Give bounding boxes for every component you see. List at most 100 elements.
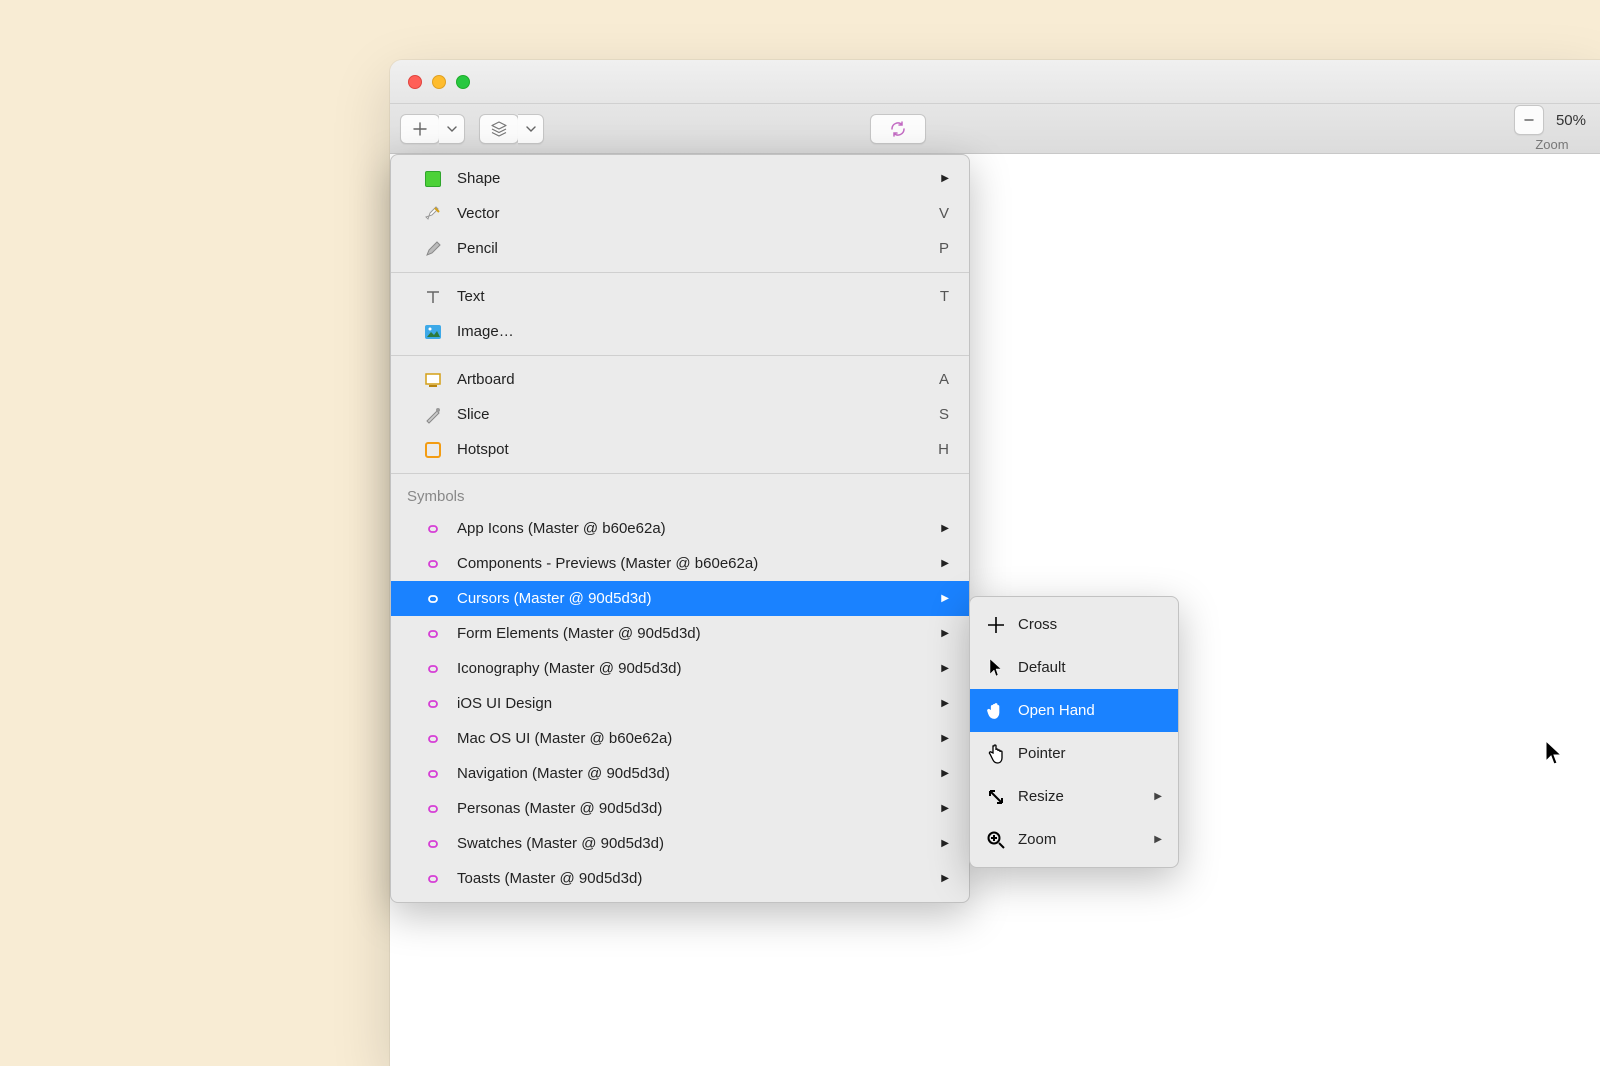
symbol-link-icon bbox=[423, 694, 443, 714]
menu-item-hotspot[interactable]: Hotspot H bbox=[391, 432, 969, 467]
pencil-icon bbox=[423, 239, 443, 259]
submenu-arrow-icon: ▶ bbox=[1154, 834, 1162, 845]
menu-item-text[interactable]: Text T bbox=[391, 279, 969, 314]
insert-button[interactable] bbox=[400, 114, 440, 144]
symbol-item-label: App Icons (Master @ b60e62a) bbox=[457, 520, 666, 537]
symbol-item-label: Form Elements (Master @ 90d5d3d) bbox=[457, 625, 701, 642]
submenu-arrow-icon: ▶ bbox=[941, 768, 949, 779]
zoom-out-button[interactable] bbox=[1514, 105, 1544, 135]
shape-icon bbox=[423, 169, 443, 189]
symbol-item[interactable]: Cursors (Master @ 90d5d3d) ▶ bbox=[391, 581, 969, 616]
submenu-arrow-icon: ▶ bbox=[941, 838, 949, 849]
menu-separator bbox=[391, 355, 969, 356]
submenu-item-resize[interactable]: Resize ▶ bbox=[970, 775, 1178, 818]
menu-item-pencil[interactable]: Pencil P bbox=[391, 231, 969, 266]
menu-separator bbox=[391, 272, 969, 273]
layers-dropdown-button[interactable] bbox=[518, 114, 544, 144]
symbol-item-label: Navigation (Master @ 90d5d3d) bbox=[457, 765, 670, 782]
submenu-arrow-icon: ▶ bbox=[941, 523, 949, 534]
cursors-submenu: Cross Default Open Hand Pointer Resize ▶ Zoom ▶ bbox=[969, 596, 1179, 868]
chevron-down-icon bbox=[526, 124, 536, 134]
submenu-item-pointer[interactable]: Pointer bbox=[970, 732, 1178, 775]
symbol-item[interactable]: Components - Previews (Master @ b60e62a)… bbox=[391, 546, 969, 581]
menu-shortcut: H bbox=[938, 441, 949, 458]
symbol-link-icon bbox=[423, 799, 443, 819]
text-icon bbox=[423, 287, 443, 307]
layers-icon bbox=[491, 121, 507, 137]
maximize-window-button[interactable] bbox=[456, 75, 470, 89]
menu-item-shape[interactable]: Shape ▶ bbox=[391, 161, 969, 196]
symbol-item[interactable]: iOS UI Design ▶ bbox=[391, 686, 969, 721]
menu-item-slice[interactable]: Slice S bbox=[391, 397, 969, 432]
titlebar bbox=[390, 60, 1600, 104]
submenu-item-label: Open Hand bbox=[1018, 702, 1095, 719]
cross-cursor-icon bbox=[986, 615, 1006, 635]
layers-button[interactable] bbox=[479, 114, 519, 144]
symbol-item[interactable]: Personas (Master @ 90d5d3d) ▶ bbox=[391, 791, 969, 826]
symbol-item[interactable]: Toasts (Master @ 90d5d3d) ▶ bbox=[391, 861, 969, 896]
symbol-item-label: Personas (Master @ 90d5d3d) bbox=[457, 800, 662, 817]
submenu-arrow-icon: ▶ bbox=[941, 803, 949, 814]
pen-icon bbox=[423, 204, 443, 224]
symbol-item-label: Toasts (Master @ 90d5d3d) bbox=[457, 870, 642, 887]
symbol-item-label: iOS UI Design bbox=[457, 695, 552, 712]
menu-shortcut: S bbox=[939, 406, 949, 423]
menu-item-artboard[interactable]: Artboard A bbox=[391, 362, 969, 397]
symbol-link-icon bbox=[423, 764, 443, 784]
image-icon bbox=[423, 322, 443, 342]
symbol-item-label: Components - Previews (Master @ b60e62a) bbox=[457, 555, 758, 572]
symbol-link-icon bbox=[423, 624, 443, 644]
menu-item-image[interactable]: Image… bbox=[391, 314, 969, 349]
toolbar: 50% Zoom bbox=[390, 104, 1600, 154]
hotspot-icon bbox=[423, 440, 443, 460]
submenu-item-open-hand[interactable]: Open Hand bbox=[970, 689, 1178, 732]
symbol-item[interactable]: Form Elements (Master @ 90d5d3d) ▶ bbox=[391, 616, 969, 651]
symbol-item[interactable]: Iconography (Master @ 90d5d3d) ▶ bbox=[391, 651, 969, 686]
insert-dropdown-button[interactable] bbox=[439, 114, 465, 144]
open-hand-cursor-icon bbox=[986, 701, 1006, 721]
close-window-button[interactable] bbox=[408, 75, 422, 89]
symbol-item[interactable]: Navigation (Master @ 90d5d3d) ▶ bbox=[391, 756, 969, 791]
symbol-link-icon bbox=[423, 589, 443, 609]
submenu-arrow-icon: ▶ bbox=[941, 873, 949, 884]
symbol-link-icon bbox=[423, 729, 443, 749]
menu-item-label: Shape bbox=[457, 170, 500, 187]
menu-item-vector[interactable]: Vector V bbox=[391, 196, 969, 231]
symbol-link-icon bbox=[423, 834, 443, 854]
submenu-item-label: Pointer bbox=[1018, 745, 1066, 762]
submenu-arrow-icon: ▶ bbox=[941, 173, 949, 184]
menu-item-label: Image… bbox=[457, 323, 514, 340]
window-controls bbox=[408, 75, 470, 89]
zoom-label: Zoom bbox=[1535, 137, 1568, 152]
chevron-down-icon bbox=[447, 124, 457, 134]
submenu-item-zoom[interactable]: Zoom ▶ bbox=[970, 818, 1178, 861]
submenu-arrow-icon: ▶ bbox=[1154, 791, 1162, 802]
plus-icon bbox=[413, 122, 427, 136]
symbol-item[interactable]: Swatches (Master @ 90d5d3d)▶ bbox=[391, 826, 969, 861]
sync-button[interactable] bbox=[870, 114, 926, 144]
symbol-item[interactable]: App Icons (Master @ b60e62a) ▶ bbox=[391, 511, 969, 546]
submenu-item-label: Zoom bbox=[1018, 831, 1056, 848]
submenu-item-label: Resize bbox=[1018, 788, 1064, 805]
submenu-item-cross[interactable]: Cross bbox=[970, 603, 1178, 646]
symbol-item-label: Cursors (Master @ 90d5d3d) bbox=[457, 590, 651, 607]
symbol-link-icon bbox=[423, 554, 443, 574]
submenu-item-label: Default bbox=[1018, 659, 1066, 676]
submenu-arrow-icon: ▶ bbox=[941, 663, 949, 674]
zoom-value[interactable]: 50% bbox=[1552, 112, 1590, 129]
menu-item-label: Text bbox=[457, 288, 485, 305]
submenu-item-default[interactable]: Default bbox=[970, 646, 1178, 689]
submenu-arrow-icon: ▶ bbox=[941, 593, 949, 604]
symbol-item[interactable]: Mac OS UI (Master @ b60e62a)▶ bbox=[391, 721, 969, 756]
submenu-arrow-icon: ▶ bbox=[941, 698, 949, 709]
minimize-window-button[interactable] bbox=[432, 75, 446, 89]
symbol-item-label: Iconography (Master @ 90d5d3d) bbox=[457, 660, 682, 677]
symbol-link-icon bbox=[423, 869, 443, 889]
menu-item-label: Slice bbox=[457, 406, 490, 423]
submenu-item-label: Cross bbox=[1018, 616, 1057, 633]
zoom-control: 50% Zoom bbox=[1514, 105, 1590, 152]
submenu-arrow-icon: ▶ bbox=[941, 733, 949, 744]
zoom-cursor-icon bbox=[986, 830, 1006, 850]
submenu-arrow-icon: ▶ bbox=[941, 628, 949, 639]
menu-item-label: Hotspot bbox=[457, 441, 509, 458]
